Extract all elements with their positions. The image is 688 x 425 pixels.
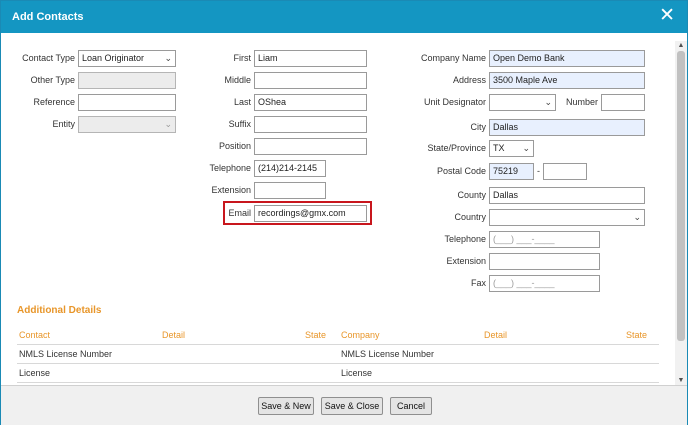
postal-code-label: Postal Code (436, 166, 486, 176)
chevron-down-icon: ⌄ (164, 119, 172, 129)
col-contact-header: Contact (19, 330, 51, 340)
position-label: Position (218, 141, 251, 151)
state-province-label: State/Province (427, 143, 486, 153)
company-telephone-field[interactable]: (___) ___-____ (489, 231, 600, 248)
suffix-field[interactable] (254, 116, 367, 133)
cancel-button[interactable]: Cancel (390, 397, 432, 415)
contact-type-label: Contact Type (22, 53, 75, 63)
chevron-down-icon: ⌄ (522, 143, 530, 153)
postal-code-field[interactable]: 75219 (489, 163, 534, 180)
address-field[interactable]: 3500 Maple Ave (489, 72, 645, 89)
company-telephone-label: Telephone (444, 234, 486, 244)
county-label: County (457, 190, 486, 200)
add-contacts-dialog: Add Contacts ✕ Contact Type Loan Origina… (0, 0, 688, 425)
state-province-value: TX (493, 143, 505, 153)
company-extension-field[interactable] (489, 253, 600, 270)
col-state-header: State (626, 330, 648, 340)
country-select[interactable]: ⌄ (489, 209, 645, 226)
scroll-down-icon[interactable]: ▼ (675, 377, 687, 384)
email-label: Email (228, 208, 251, 218)
table-divider (17, 344, 659, 345)
email-field[interactable]: recordings@gmx.com (254, 205, 367, 222)
close-icon[interactable]: ✕ (659, 6, 675, 25)
chevron-down-icon: ⌄ (544, 97, 552, 107)
company-extension-label: Extension (446, 256, 486, 266)
entity-label: Entity (52, 119, 75, 129)
fax-label: Fax (470, 278, 486, 288)
contact-type-value: Loan Originator (82, 53, 145, 63)
company-name-label: Company Name (420, 53, 486, 63)
table-divider (17, 382, 659, 383)
city-label: City (470, 122, 487, 132)
table-divider (17, 363, 659, 364)
unit-designator-select[interactable]: ⌄ (489, 94, 556, 111)
save-and-new-button[interactable]: Save & New (258, 397, 314, 415)
country-label: Country (454, 212, 486, 222)
vertical-scrollbar[interactable]: ▲ ▼ (675, 41, 687, 385)
chevron-down-icon: ⌄ (164, 53, 172, 63)
dialog-title: Add Contacts (12, 11, 84, 23)
col-detail-header: Detail (484, 330, 508, 340)
middle-label: Middle (224, 75, 251, 85)
dialog-footer: Save & New Save & Close Cancel (1, 385, 687, 425)
row-company-cell: NMLS License Number (341, 349, 435, 359)
dialog-body: Contact Type Loan Originator ⌄ Other Typ… (1, 33, 687, 385)
col-company-header: Company (341, 330, 380, 340)
row-contact-cell: NMLS License Number (19, 349, 113, 359)
company-name-field[interactable]: Open Demo Bank (489, 50, 645, 67)
reference-field[interactable] (78, 94, 176, 111)
telephone-field[interactable]: (214)214-2145 (254, 160, 326, 177)
number-field[interactable] (601, 94, 645, 111)
fax-field[interactable]: (___) ___-____ (489, 275, 600, 292)
county-field[interactable]: Dallas (489, 187, 645, 204)
entity-select: ⌄ (78, 116, 176, 133)
telephone-label: Telephone (209, 163, 251, 173)
save-and-close-button[interactable]: Save & Close (321, 397, 383, 415)
scroll-up-icon[interactable]: ▲ (675, 42, 687, 49)
chevron-down-icon: ⌄ (633, 212, 641, 222)
row-contact-cell: License (19, 368, 51, 378)
position-field[interactable] (254, 138, 367, 155)
additional-details-title: Additional Details (17, 305, 102, 316)
city-field[interactable]: Dallas (489, 119, 645, 136)
address-label: Address (452, 75, 486, 85)
dialog-titlebar: Add Contacts ✕ (1, 1, 687, 33)
state-province-select[interactable]: TX ⌄ (489, 140, 534, 157)
reference-label: Reference (33, 97, 75, 107)
unit-designator-label: Unit Designator (423, 97, 486, 107)
other-type-label: Other Type (30, 75, 75, 85)
number-label: Number (565, 97, 598, 107)
row-company-cell: License (341, 368, 373, 378)
contact-type-select[interactable]: Loan Originator ⌄ (78, 50, 176, 67)
last-label: Last (233, 97, 251, 107)
other-type-field (78, 72, 176, 89)
first-field[interactable]: Liam (254, 50, 367, 67)
col-state-header: State (305, 330, 327, 340)
scrollbar-thumb[interactable] (677, 51, 685, 341)
middle-field[interactable] (254, 72, 367, 89)
suffix-label: Suffix (228, 119, 251, 129)
extension-field[interactable] (254, 182, 326, 199)
first-label: First (233, 53, 252, 63)
extension-label: Extension (211, 185, 251, 195)
postal-code-ext-field[interactable] (543, 163, 587, 180)
col-detail-header: Detail (162, 330, 186, 340)
last-field[interactable]: OShea (254, 94, 367, 111)
postal-code-separator: - (537, 166, 540, 176)
